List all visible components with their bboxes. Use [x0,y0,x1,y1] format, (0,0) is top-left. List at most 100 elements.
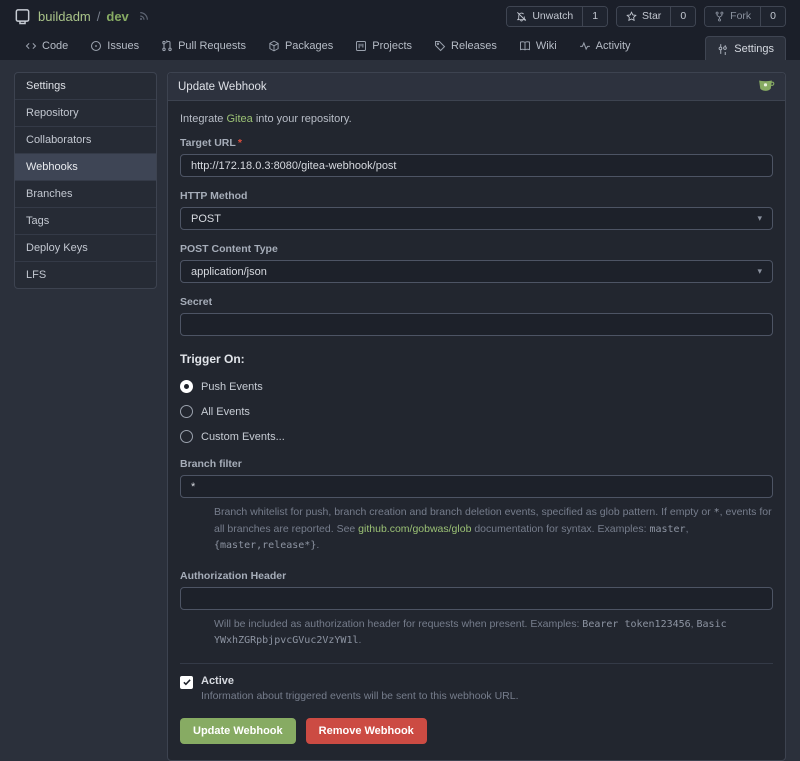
fork-button-group: Fork 0 [704,6,786,27]
pull-request-icon [161,40,173,52]
chevron-down-icon: ▾ [757,213,762,224]
star-button[interactable]: Star [617,7,670,26]
help-code: master [649,524,685,535]
repo-action-buttons: Unwatch 1 Star 0 [506,6,786,27]
sidebar-item-branches[interactable]: Branches [15,180,156,207]
breadcrumb-separator: / [97,9,101,24]
code-icon [25,40,37,52]
custom-events-label: Custom Events... [201,431,285,443]
tag-icon [434,40,446,52]
breadcrumb: buildadm / dev [38,9,129,24]
tab-pull-requests[interactable]: Pull Requests [150,32,257,60]
content-type-select[interactable]: application/json ▾ [180,260,773,283]
content-type-field: POST Content Type application/json ▾ [180,243,773,283]
radio-button-icon [180,380,193,393]
help-text: Will be included as authorization header… [214,618,582,630]
tab-settings[interactable]: Settings [705,36,786,60]
sidebar-item-collaborators[interactable]: Collaborators [15,126,156,153]
branch-filter-input[interactable] [180,475,773,498]
chevron-down-icon: ▾ [757,266,762,277]
glob-docs-link[interactable]: github.com/gobwas/glob [358,523,471,535]
radio-button-icon [180,430,193,443]
star-label: Star [642,10,661,22]
branch-filter-field: Branch filter Branch whitelist for push,… [180,458,773,554]
radio-all-events[interactable]: All Events [180,405,773,418]
content-type-label: POST Content Type [180,243,773,255]
remove-webhook-button[interactable]: Remove Webhook [306,718,427,744]
tab-activity[interactable]: Activity [568,32,642,60]
help-text: . [359,634,362,646]
active-checkbox[interactable] [180,676,193,689]
help-text: , [686,523,689,535]
panel-header: Update Webhook [168,73,785,101]
repo-owner-link[interactable]: buildadm [38,9,91,24]
secret-input[interactable] [180,313,773,336]
stars-count[interactable]: 0 [670,7,695,26]
webhook-form: Integrate Gitea into your repository. Ta… [168,101,785,760]
tab-wiki-label: Wiki [536,40,557,52]
target-url-label-text: Target URL [180,137,236,149]
sidebar-item-tags[interactable]: Tags [15,207,156,234]
rss-feed-icon[interactable] [138,10,150,22]
help-text: Branch whitelist for push, branch creati… [214,506,714,518]
check-icon [182,677,192,687]
webhook-settings-panel: Update Webhook Integrate Gitea into your… [167,72,786,761]
sidebar-item-webhooks[interactable]: Webhooks [15,153,156,180]
tab-projects[interactable]: Projects [344,32,423,60]
radio-push-events[interactable]: Push Events [180,380,773,393]
settings-sidebar: Settings Repository Collaborators Webhoo… [14,72,157,289]
target-url-input[interactable] [180,154,773,177]
tab-settings-label: Settings [734,43,774,55]
http-method-value: POST [191,213,221,225]
help-code: {master,release*} [214,540,316,551]
repo-name-link[interactable]: dev [106,9,128,24]
book-icon [519,40,531,52]
authorization-header-field: Authorization Header Will be included as… [180,570,773,649]
forks-count[interactable]: 0 [760,7,785,26]
active-text-block: Active Information about triggered event… [201,675,519,702]
update-webhook-button[interactable]: Update Webhook [180,718,296,744]
pulse-icon [579,40,591,52]
sidebar-item-repository[interactable]: Repository [15,99,156,126]
secret-label: Secret [180,296,773,308]
active-checkbox-row: Active Information about triggered event… [180,675,773,702]
unwatch-button[interactable]: Unwatch [507,7,582,26]
http-method-label: HTTP Method [180,190,773,202]
help-code: Bearer token123456 [582,619,690,630]
page-content: Settings Repository Collaborators Webhoo… [0,60,800,761]
tab-releases[interactable]: Releases [423,32,508,60]
tab-code[interactable]: Code [14,32,79,60]
fork-button[interactable]: Fork [705,7,760,26]
content-type-value: application/json [191,266,267,278]
http-method-select[interactable]: POST ▾ [180,207,773,230]
all-events-label: All Events [201,406,250,418]
gitea-link[interactable]: Gitea [226,113,252,125]
radio-custom-events[interactable]: Custom Events... [180,430,773,443]
secret-field: Secret [180,296,773,336]
http-method-field: HTTP Method POST ▾ [180,190,773,230]
tab-pull-requests-label: Pull Requests [178,40,246,52]
authorization-header-input[interactable] [180,587,773,610]
tab-activity-label: Activity [596,40,631,52]
watch-button-group: Unwatch 1 [506,6,608,27]
unwatch-label: Unwatch [532,10,573,22]
watchers-count[interactable]: 1 [582,7,607,26]
tab-issues[interactable]: Issues [79,32,150,60]
tab-projects-label: Projects [372,40,412,52]
fork-icon [714,11,725,22]
help-text: documentation for syntax. Examples: [471,523,649,535]
radio-button-icon [180,405,193,418]
package-icon [268,40,280,52]
trigger-on-heading: Trigger On: [180,352,773,366]
tab-packages-label: Packages [285,40,333,52]
star-button-group: Star 0 [616,6,696,27]
fork-label: Fork [730,10,751,22]
required-asterisk: * [238,137,242,149]
authorization-header-help: Will be included as authorization header… [214,616,773,649]
sidebar-item-deploy-keys[interactable]: Deploy Keys [15,234,156,261]
repo-icon [14,8,31,25]
tab-wiki[interactable]: Wiki [508,32,568,60]
sidebar-item-lfs[interactable]: LFS [15,261,156,288]
target-url-label: Target URL* [180,137,773,149]
tab-packages[interactable]: Packages [257,32,344,60]
